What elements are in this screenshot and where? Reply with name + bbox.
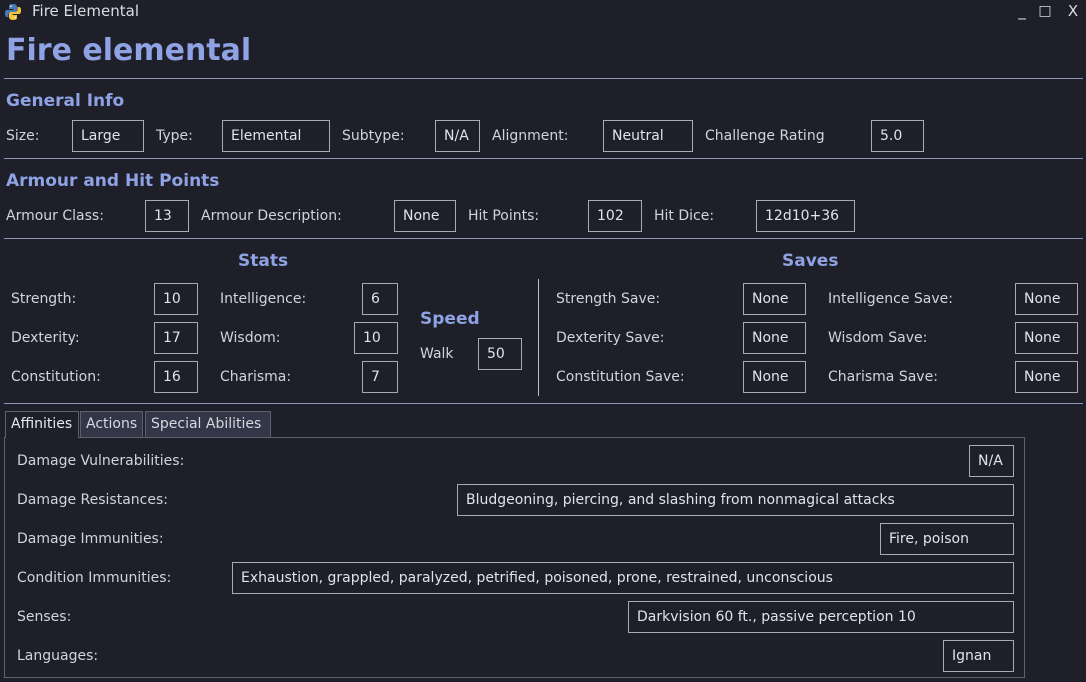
vertical-divider [538,279,539,396]
hit-dice-label: Hit Dice: [654,208,715,224]
armour-description-field[interactable]: None [394,200,456,232]
strength-save-field[interactable]: None [743,283,806,315]
walk-label: Walk [420,346,454,362]
saves-heading: Saves [782,251,839,271]
divider [4,78,1083,79]
languages-field[interactable]: Ignan [943,640,1014,672]
constitution-field[interactable]: 16 [154,361,198,393]
hit-points-label: Hit Points: [468,208,540,224]
type-label: Type: [156,128,193,144]
maximize-button[interactable]: □ [1034,1,1056,21]
intelligence-save-label: Intelligence Save: [828,291,953,307]
charisma-save-field[interactable]: None [1015,361,1078,393]
divider [4,238,1083,239]
condition-immunities-field[interactable]: Exhaustion, grappled, paralyzed, petrifi… [232,562,1014,594]
intelligence-label: Intelligence: [220,291,307,307]
tab-special-abilities[interactable]: Special Abilities [145,411,271,437]
hit-dice-field[interactable]: 12d10+36 [756,200,855,232]
armour-class-label: Armour Class: [6,208,104,224]
tab-actions[interactable]: Actions [80,411,143,437]
divider [4,403,1083,404]
wisdom-field[interactable]: 10 [354,322,398,354]
armour-class-field[interactable]: 13 [145,200,189,232]
dexterity-label: Dexterity: [11,330,80,346]
wisdom-save-label: Wisdom Save: [828,330,928,346]
constitution-label: Constitution: [11,369,101,385]
charisma-save-label: Charisma Save: [828,369,938,385]
damage-vulnerabilities-field[interactable]: N/A [969,445,1014,477]
constitution-save-label: Constitution Save: [556,369,685,385]
window-title: Fire Elemental [32,2,139,20]
intelligence-field[interactable]: 6 [362,283,398,315]
dexterity-save-field[interactable]: None [743,322,806,354]
subtype-field[interactable]: N/A [435,120,480,152]
challenge-rating-label: Challenge Rating [705,128,825,144]
divider [4,158,1083,159]
alignment-label: Alignment: [492,128,569,144]
damage-resistances-label: Damage Resistances: [17,492,168,508]
strength-save-label: Strength Save: [556,291,661,307]
armour-description-label: Armour Description: [201,208,342,224]
alignment-field[interactable]: Neutral [603,120,693,152]
charisma-label: Charisma: [220,369,292,385]
condition-immunities-label: Condition Immunities: [17,570,172,586]
close-button[interactable]: X [1062,1,1084,21]
speed-heading: Speed [420,309,480,329]
damage-resistances-field[interactable]: Bludgeoning, piercing, and slashing from… [457,484,1014,516]
languages-label: Languages: [17,648,99,664]
damage-vulnerabilities-label: Damage Vulnerabilities: [17,453,185,469]
constitution-save-field[interactable]: None [743,361,806,393]
damage-immunities-label: Damage Immunities: [17,531,164,547]
minimize-button[interactable]: _ [1011,1,1033,21]
walk-speed-field[interactable]: 50 [478,338,522,370]
charisma-field[interactable]: 7 [362,361,398,393]
affinities-panel [4,437,1025,678]
python-logo-icon [5,4,21,20]
armour-heading: Armour and Hit Points [6,171,220,191]
stats-heading: Stats [238,251,289,271]
dexterity-save-label: Dexterity Save: [556,330,665,346]
general-info-heading: General Info [6,91,125,111]
wisdom-save-field[interactable]: None [1015,322,1078,354]
challenge-rating-field[interactable]: 5.0 [871,120,924,152]
size-label: Size: [6,128,40,144]
damage-immunities-field[interactable]: Fire, poison [880,523,1014,555]
hit-points-field[interactable]: 102 [588,200,642,232]
wisdom-label: Wisdom: [220,330,281,346]
strength-field[interactable]: 10 [154,283,198,315]
dexterity-field[interactable]: 17 [154,322,198,354]
size-field[interactable]: Large [72,120,144,152]
intelligence-save-field[interactable]: None [1015,283,1078,315]
subtype-label: Subtype: [342,128,405,144]
senses-label: Senses: [17,609,72,625]
senses-field[interactable]: Darkvision 60 ft., passive perception 10 [628,601,1014,633]
tab-affinities[interactable]: Affinities [5,411,79,438]
page-title: Fire elemental [6,33,252,68]
title-bar: Fire Elemental _ □ X [0,0,1086,24]
type-field[interactable]: Elemental [222,120,330,152]
strength-label: Strength: [11,291,77,307]
